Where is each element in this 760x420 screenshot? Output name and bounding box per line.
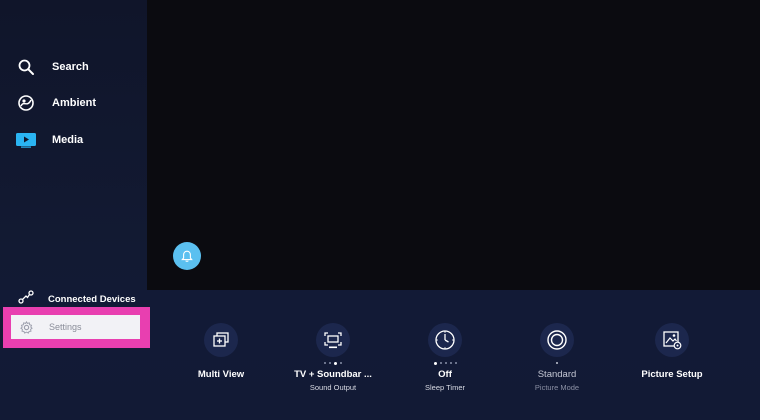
sidebar-item-settings[interactable]: Settings (11, 315, 140, 339)
page-dot (329, 362, 331, 364)
quick-tile-sleep-timer[interactable]: Off Sleep Timer (390, 323, 500, 392)
tile-title: Picture Setup (641, 369, 703, 380)
bell-icon (181, 250, 193, 263)
page-dot-active (433, 361, 437, 365)
sidebar-item-search[interactable]: Search (14, 55, 89, 79)
page-dot (340, 362, 342, 364)
picture-mode-icon (540, 323, 574, 357)
notification-button[interactable] (173, 242, 201, 270)
tile-title: TV + Soundbar ... (294, 369, 372, 380)
ambient-icon (14, 91, 38, 115)
tile-dots (390, 359, 500, 367)
sidebar-item-connected-devices[interactable]: Connected Devices (18, 289, 136, 309)
page-dot (454, 362, 457, 364)
sidebar-item-label: Connected Devices (48, 293, 136, 305)
gear-icon (20, 320, 33, 334)
quick-tile-multi-view[interactable]: Multi View (166, 323, 276, 383)
content-preview-area (147, 0, 760, 290)
sidebar-item-label: Settings (49, 322, 82, 332)
page-dot (439, 362, 442, 364)
tile-subtitle: Sound Output (309, 383, 357, 392)
quick-tile-picture-mode[interactable]: Standard Picture Mode (502, 323, 612, 392)
page-dot-active (334, 361, 337, 365)
tile-title: Off (438, 369, 452, 380)
sidebar-item-label: Ambient (52, 97, 96, 109)
tile-dots (617, 359, 727, 367)
tile-title: Standard (537, 369, 577, 380)
connected-devices-icon (18, 289, 34, 309)
sidebar-item-label: Search (52, 61, 89, 73)
tile-dots (278, 359, 388, 367)
search-icon (14, 55, 38, 79)
page-dot (324, 362, 326, 364)
picture-setup-icon (655, 323, 689, 357)
quick-tile-sound-output[interactable]: TV + Soundbar ... Sound Output (278, 323, 388, 392)
multi-view-icon (204, 323, 238, 357)
sidebar-item-label: Media (52, 134, 84, 146)
sound-output-icon (316, 323, 350, 357)
tile-dots (502, 359, 612, 367)
tile-subtitle: Sleep Timer (424, 383, 466, 392)
page-dot (444, 362, 447, 364)
tile-dots (166, 359, 276, 367)
tile-subtitle: Picture Mode (534, 383, 580, 392)
page-dot (556, 362, 558, 364)
clock-icon (428, 323, 462, 357)
media-icon (14, 128, 38, 152)
tile-title: Multi View (197, 369, 245, 380)
sidebar-item-ambient[interactable]: Ambient (14, 91, 96, 115)
page-dot (449, 362, 452, 364)
quick-tile-picture-setup[interactable]: Picture Setup (617, 323, 727, 383)
sidebar-item-media[interactable]: Media (14, 128, 83, 152)
